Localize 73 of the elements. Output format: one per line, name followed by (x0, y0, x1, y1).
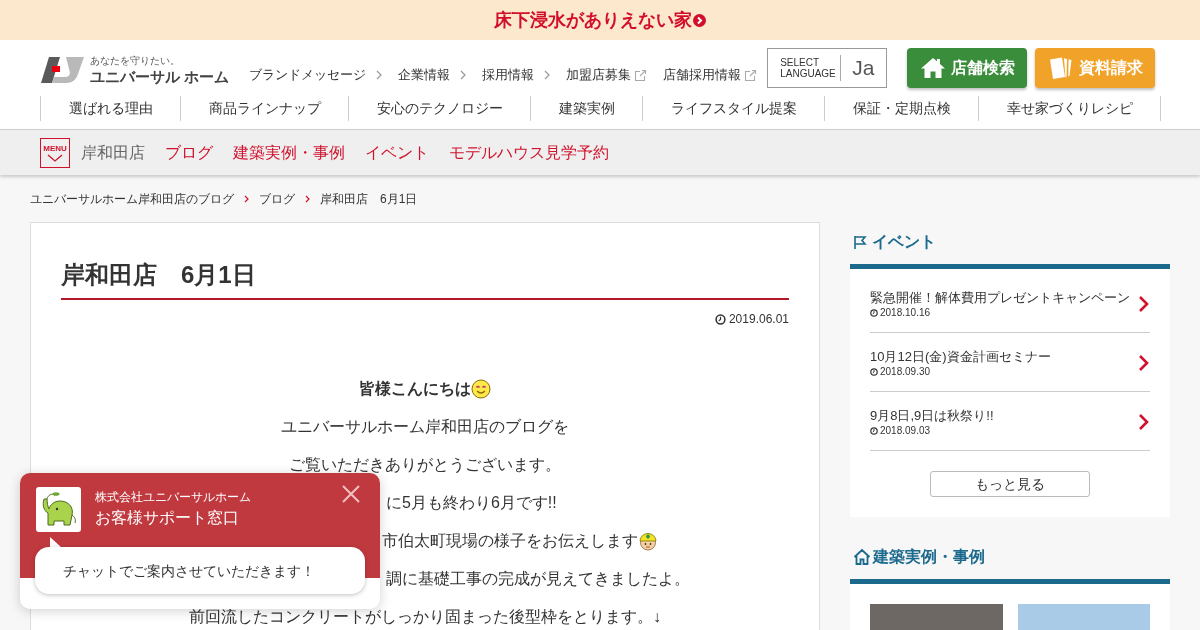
header-link[interactable]: 加盟店募集 (566, 67, 648, 83)
close-icon (341, 484, 361, 504)
event-date: 2018.09.03 (880, 425, 931, 437)
event-date: 2018.09.30 (880, 366, 931, 378)
nav-item[interactable]: 建築実例 (530, 96, 642, 121)
support-title: お客様サポート窓口 (95, 508, 240, 528)
header-link[interactable]: 採用情報 (482, 67, 551, 83)
house-icon (853, 548, 871, 566)
header-link[interactable]: 企業情報 (398, 67, 467, 83)
flag-icon (853, 234, 867, 250)
header-link[interactable]: ブランドメッセージ (249, 67, 383, 83)
body-text: ご覧いただきありがとうございます。 (289, 457, 561, 473)
event-date: 2018.10.16 (880, 307, 931, 319)
nav-item[interactable]: ライフスタイル提案 (642, 96, 824, 121)
chevron-right-icon (1138, 295, 1150, 313)
body-text: 市伯太町現場の様子をお伝えします (382, 533, 638, 549)
header-link[interactable]: 店舗採用情報 (663, 67, 758, 83)
post-date: 2019.06.01 (728, 311, 789, 327)
breadcrumb-current: 岸和田店 6月1日 (320, 190, 418, 207)
logo-icon (40, 54, 84, 86)
store-search-button[interactable]: 店舗検索 (907, 48, 1028, 88)
announcement-link[interactable]: 床下浸水がありえない家 (494, 9, 706, 31)
more-button[interactable]: もっと見る (930, 471, 1090, 497)
chevron-right-icon (1138, 354, 1150, 372)
clock-icon (870, 427, 878, 435)
body-text: 皆様こんにちは (359, 381, 471, 397)
chevron-right-icon (544, 70, 551, 80)
clock-icon (714, 313, 726, 325)
clock-icon (870, 309, 878, 317)
documents-icon (1047, 56, 1074, 80)
store-nav-link[interactable]: イベント (365, 142, 429, 163)
elephant-icon (36, 487, 81, 532)
close-button[interactable] (341, 484, 361, 504)
nav-item[interactable]: 商品ラインナップ (180, 96, 348, 121)
company-name: 株式会社ユニバーサルホーム (95, 489, 251, 505)
nav-item[interactable]: 幸せ家づくりレシピ (978, 96, 1161, 121)
body-text: に5月も終わり6月です!! (386, 495, 557, 511)
body-text: 調に基礎工事の完成が見えてきましたよ。 (386, 571, 690, 587)
brand-name: ユニバーサル ホーム (90, 66, 230, 86)
menu-button[interactable]: MENU (40, 137, 70, 168)
helmet-face-icon (638, 531, 658, 551)
breadcrumb-link[interactable]: ブログ (259, 190, 295, 207)
logo-tagline: あなたを守りたい。 (90, 54, 181, 67)
body-text: ユニバーサルホーム岸和田店のブログを (281, 419, 569, 435)
event-item[interactable]: 10月12日(金)資金計画セミナー 2018.09.30 (870, 333, 1150, 392)
store-nav-link[interactable]: 建築実例・事例 (233, 142, 345, 163)
event-item[interactable]: 緊急開催！解体費用プレゼントキャンペーン 2018.10.16 (870, 274, 1150, 333)
section-heading: イベント (872, 232, 936, 252)
house-icon (919, 57, 946, 79)
external-link-icon (634, 68, 648, 82)
body-text: 前回流したコンクリートがしっかり固まった後型枠をとります。↓ (189, 609, 661, 625)
chevron-right-icon (460, 70, 467, 80)
chevron-circle-icon (693, 13, 706, 27)
language-selector[interactable]: SELECT LANGUAGE Ja (767, 48, 888, 88)
external-link-icon (744, 68, 758, 82)
smiley-icon (471, 379, 491, 399)
nav-item[interactable]: 保証・定期点検 (824, 96, 978, 121)
chevron-right-icon (305, 194, 310, 203)
chevron-right-icon (376, 70, 383, 80)
chevron-right-icon (244, 194, 249, 203)
chevron-down-icon (47, 153, 63, 162)
nav-item[interactable]: 安心のテクノロジー (348, 96, 530, 121)
nav-item[interactable]: 選ばれる理由 (40, 96, 180, 121)
store-nav-link[interactable]: モデルハウス見学予約 (449, 142, 609, 163)
store-name: 岸和田店 (81, 142, 145, 163)
breadcrumb-link[interactable]: ユニバーサルホーム岸和田店のブログ (30, 190, 234, 207)
event-item[interactable]: 9月8日,9日は秋祭り!! 2018.09.03 (870, 392, 1150, 451)
chevron-right-icon (1138, 413, 1150, 431)
chat-message: チャットでご案内させていただきます！ (35, 547, 365, 594)
store-nav-link[interactable]: ブログ (165, 142, 213, 163)
clock-icon (870, 368, 878, 376)
article-title: 岸和田店 6月1日 (61, 260, 257, 290)
section-heading: 建築実例・事例 (873, 547, 985, 567)
